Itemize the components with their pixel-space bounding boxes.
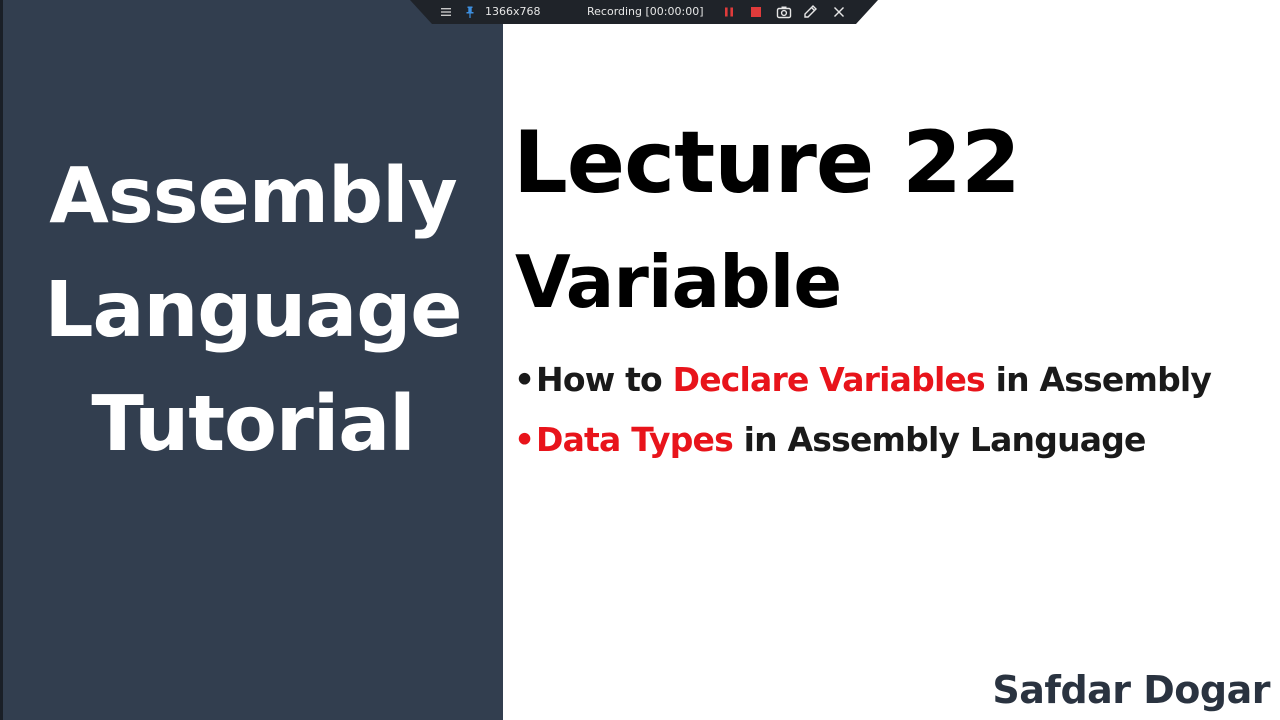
bullet-highlight: Declare Variables [672, 360, 986, 399]
pause-icon[interactable] [721, 4, 737, 20]
stop-icon[interactable] [748, 4, 764, 20]
series-title: Assembly Language Tutorial [3, 140, 503, 482]
lecture-topic: Variable [515, 240, 842, 324]
recording-status: Recording [00:00:00] [587, 5, 704, 18]
recording-resolution: 1366x768 [485, 5, 541, 18]
camera-icon[interactable] [776, 4, 792, 20]
recording-toolbar: 1366x768 Recording [00:00:00] [410, 0, 878, 24]
pencil-icon[interactable] [802, 4, 818, 20]
bullet-text: in Assembly Language [732, 420, 1147, 459]
bullet-marker: • [514, 360, 535, 399]
series-title-line-3: Tutorial [91, 380, 415, 469]
author-name: Safdar Dogar [992, 668, 1270, 712]
series-title-line-2: Language [44, 266, 462, 355]
bullet-item-2: •Data Types in Assembly Language [514, 410, 1211, 470]
close-icon[interactable] [831, 4, 847, 20]
series-title-line-1: Assembly [49, 152, 457, 241]
menu-icon[interactable] [438, 4, 454, 20]
topic-bullet-list: •How to Declare Variables in Assembly •D… [514, 350, 1212, 470]
bullet-item-1: •How to Declare Variables in Assembly [514, 350, 1212, 410]
bullet-text: in Assembly [984, 360, 1212, 399]
lecture-number: Lecture 22 [513, 113, 1021, 213]
bullet-marker: • [514, 420, 535, 459]
bullet-highlight: Data Types [536, 420, 734, 459]
pin-icon[interactable] [462, 4, 478, 20]
bullet-text: How to [536, 360, 673, 399]
